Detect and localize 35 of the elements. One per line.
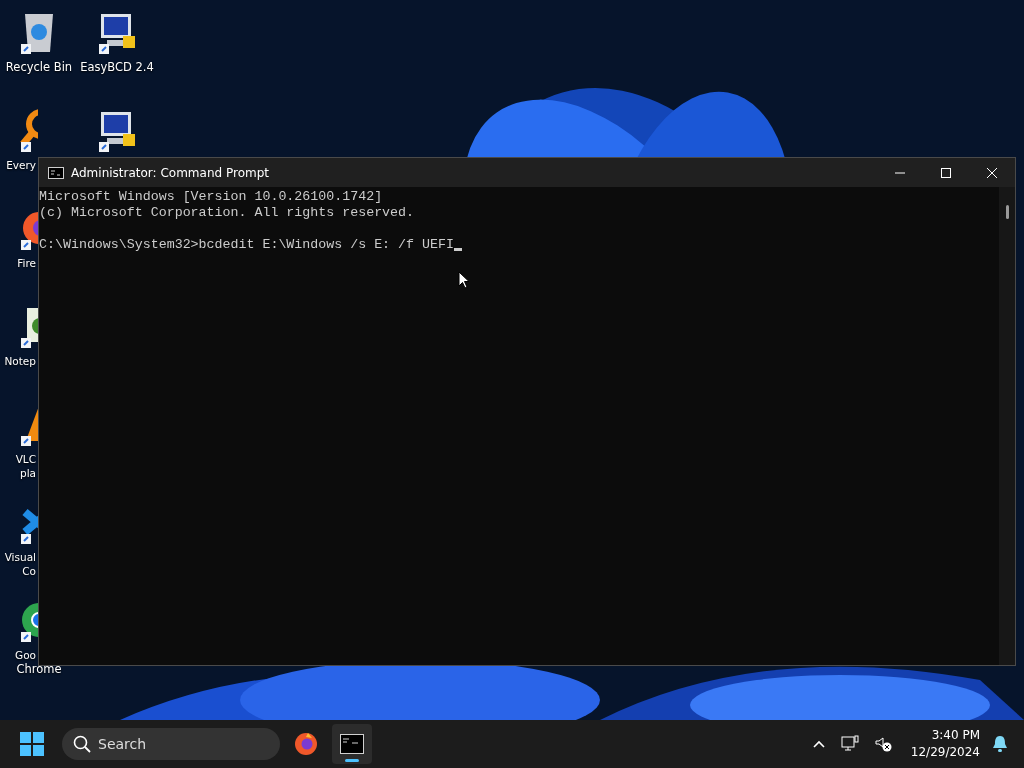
text-cursor — [453, 248, 462, 251]
firefox-icon[interactable] — [294, 732, 318, 756]
terminal-taskbar-button[interactable] — [332, 724, 372, 764]
terminal-icon — [48, 166, 64, 179]
close-icon[interactable] — [987, 167, 997, 178]
icon-label: Fire — [16, 256, 36, 270]
pointer-icon — [458, 271, 470, 289]
icon-label: Co — [21, 564, 36, 578]
clock-date[interactable]: 12/29/2024 — [910, 744, 980, 761]
bell-icon[interactable] — [992, 735, 1008, 753]
icon-label: VLC — [14, 452, 36, 466]
search-field[interactable]: Search — [62, 728, 280, 760]
maximize-icon[interactable] — [941, 167, 951, 178]
chevron-up-icon[interactable] — [812, 740, 825, 748]
speaker-muted-icon[interactable] — [874, 735, 893, 753]
terminal-icon[interactable] — [340, 734, 364, 754]
console-line: C:\Windows\System32>bcdedit E:\Windows /s E: /f UEFI — [39, 237, 454, 253]
console-line: (c) Microsoft Corporation. All rights reserved. — [39, 205, 415, 221]
console-line: Microsoft Windows [Version 10.0.26100.1742] — [39, 189, 383, 205]
icon-label: Notep — [3, 354, 36, 368]
icon-label: pla — [18, 466, 36, 480]
icon-label: EasyBCD 2.4 — [80, 60, 154, 74]
network-icon[interactable] — [840, 735, 859, 753]
search-icon — [73, 735, 91, 753]
window-title: Administrator: Command Prompt — [71, 165, 269, 180]
icon-label: Every — [5, 158, 36, 172]
scroll-thumb[interactable] — [1005, 205, 1009, 219]
icon-label: Visual — [3, 550, 36, 564]
icon-label: Recycle Bin — [5, 60, 73, 74]
minimize-icon[interactable] — [895, 171, 905, 174]
icon-label: Chrome — [16, 662, 62, 676]
scrollbar[interactable] — [999, 187, 1015, 665]
icon-label: Goo — [14, 648, 36, 662]
clock-time[interactable]: 3:40 PM — [931, 727, 980, 744]
start-button[interactable] — [20, 732, 44, 756]
